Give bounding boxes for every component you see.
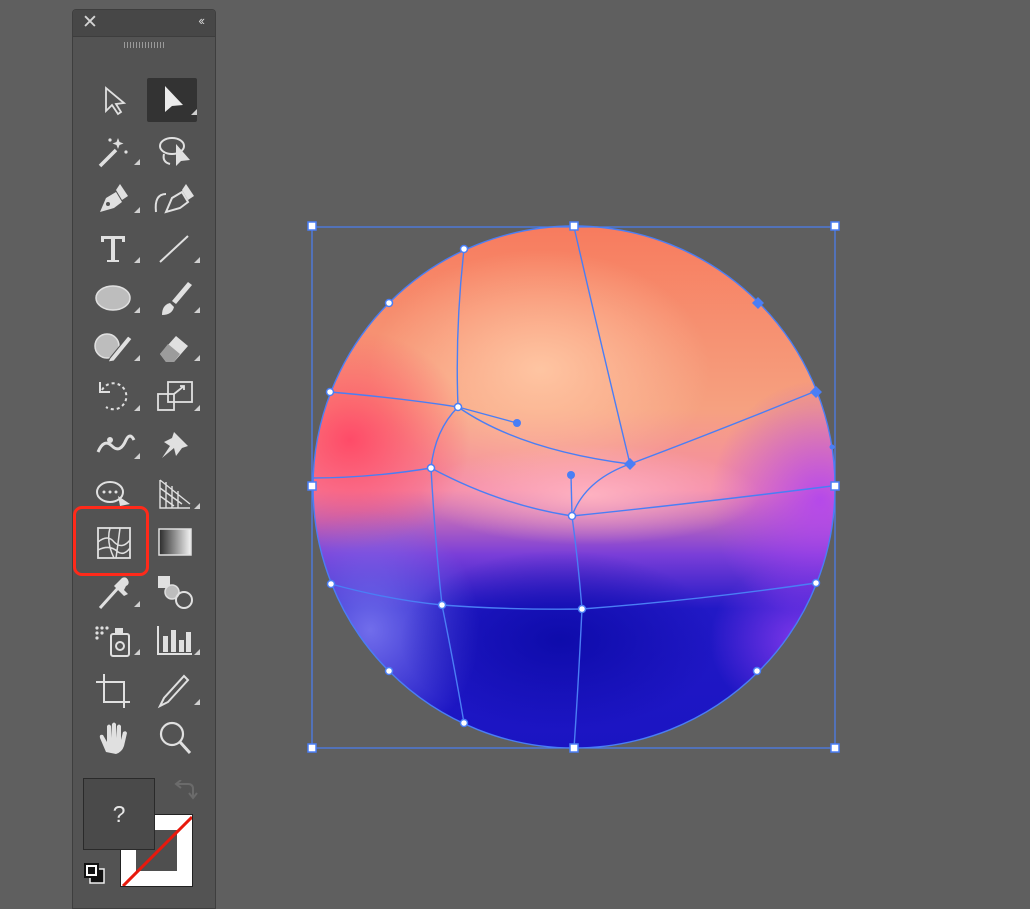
artwork-canvas[interactable] xyxy=(0,0,1030,898)
mesh-gradient-sphere[interactable] xyxy=(230,220,930,760)
